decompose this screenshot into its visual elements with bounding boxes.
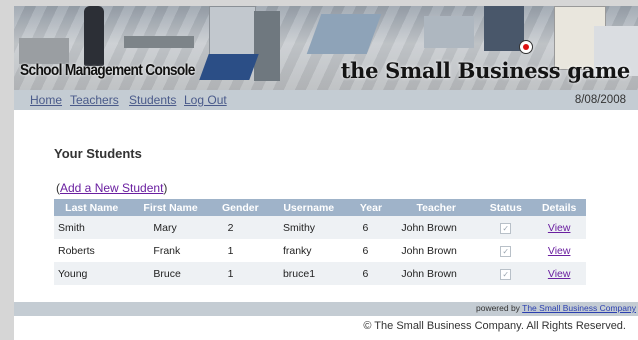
banner-decor bbox=[484, 6, 524, 51]
cell-first-name: Mary bbox=[129, 216, 212, 239]
col-details: Details bbox=[532, 199, 586, 216]
banner-decor bbox=[254, 11, 280, 81]
students-table: Last Name First Name Gender Username Yea… bbox=[54, 199, 586, 285]
status-checkbox: ✓ bbox=[500, 245, 512, 257]
cell-username: Smithy bbox=[268, 216, 349, 239]
view-link[interactable]: View bbox=[548, 268, 571, 280]
view-link[interactable]: View bbox=[548, 245, 571, 257]
cell-gender: 1 bbox=[211, 262, 269, 285]
col-year: Year bbox=[348, 199, 394, 216]
cell-last-name: Roberts bbox=[54, 239, 130, 262]
console-title: School Management Console bbox=[20, 62, 195, 79]
cell-year: 6 bbox=[348, 216, 394, 239]
cell-gender: 2 bbox=[211, 216, 269, 239]
banner-decor bbox=[199, 54, 259, 80]
powered-prefix: powered by bbox=[475, 303, 523, 313]
cell-first-name: Frank bbox=[129, 239, 212, 262]
powered-by: powered by The Small Business Company bbox=[476, 303, 636, 313]
cell-status: ✓ bbox=[479, 239, 533, 262]
nav-logout[interactable]: Log Out bbox=[184, 93, 227, 107]
page-frame: School Management Console the Small Busi… bbox=[14, 6, 638, 340]
cell-last-name: Smith bbox=[54, 216, 130, 239]
cell-gender: 1 bbox=[211, 239, 269, 262]
status-checkbox: ✓ bbox=[500, 222, 512, 234]
copyright-text: © The Small Business Company. All Rights… bbox=[363, 320, 626, 332]
banner-figure bbox=[84, 6, 104, 66]
cell-last-name: Young bbox=[54, 262, 130, 285]
table-row: Roberts Frank 1 franky 6 John Brown ✓ Vi… bbox=[54, 239, 586, 262]
banner-decor bbox=[124, 36, 194, 48]
nav-students[interactable]: Students bbox=[129, 93, 176, 107]
table-row: Young Bruce 1 bruce1 6 John Brown ✓ View bbox=[54, 262, 586, 285]
banner-decor bbox=[209, 6, 256, 60]
nav-bar: Home Teachers Students Log Out 8/08/2008 bbox=[14, 90, 638, 110]
cell-status: ✓ bbox=[479, 262, 533, 285]
table-header-row: Last Name First Name Gender Username Yea… bbox=[54, 199, 586, 216]
soccer-ball-icon bbox=[519, 40, 533, 54]
cell-status: ✓ bbox=[479, 216, 533, 239]
col-username: Username bbox=[268, 199, 349, 216]
banner-decor bbox=[424, 16, 474, 48]
cell-username: franky bbox=[268, 239, 349, 262]
cell-teacher: John Brown bbox=[393, 239, 480, 262]
company-link[interactable]: The Small Business Company bbox=[522, 303, 636, 313]
paren-close: ) bbox=[163, 181, 168, 195]
col-first-name: First Name bbox=[129, 199, 212, 216]
cell-details: View bbox=[532, 216, 586, 239]
col-status: Status bbox=[479, 199, 533, 216]
cell-first-name: Bruce bbox=[129, 262, 212, 285]
cell-year: 6 bbox=[348, 239, 394, 262]
banner-decor bbox=[19, 38, 69, 64]
current-date: 8/08/2008 bbox=[574, 94, 626, 106]
cell-teacher: John Brown bbox=[393, 262, 480, 285]
add-student-line: (Add a New Student) bbox=[56, 181, 167, 195]
col-gender: Gender bbox=[211, 199, 269, 216]
cell-teacher: John Brown bbox=[393, 216, 480, 239]
cell-details: View bbox=[532, 239, 586, 262]
page-title: Your Students bbox=[54, 146, 142, 161]
nav-home[interactable]: Home bbox=[30, 93, 62, 107]
add-student-link[interactable]: Add a New Student bbox=[60, 181, 163, 195]
view-link[interactable]: View bbox=[548, 222, 571, 234]
status-checkbox: ✓ bbox=[500, 268, 512, 280]
cell-year: 6 bbox=[348, 262, 394, 285]
footer-bar: powered by The Small Business Company bbox=[14, 302, 638, 316]
cell-details: View bbox=[532, 262, 586, 285]
table-row: Smith Mary 2 Smithy 6 John Brown ✓ View bbox=[54, 216, 586, 239]
nav-teachers[interactable]: Teachers bbox=[70, 93, 119, 107]
brand-title: the Small Business game bbox=[340, 58, 631, 83]
col-teacher: Teacher bbox=[393, 199, 480, 216]
header-banner: School Management Console the Small Busi… bbox=[14, 6, 638, 90]
col-last-name: Last Name bbox=[54, 199, 130, 216]
cell-username: bruce1 bbox=[268, 262, 349, 285]
